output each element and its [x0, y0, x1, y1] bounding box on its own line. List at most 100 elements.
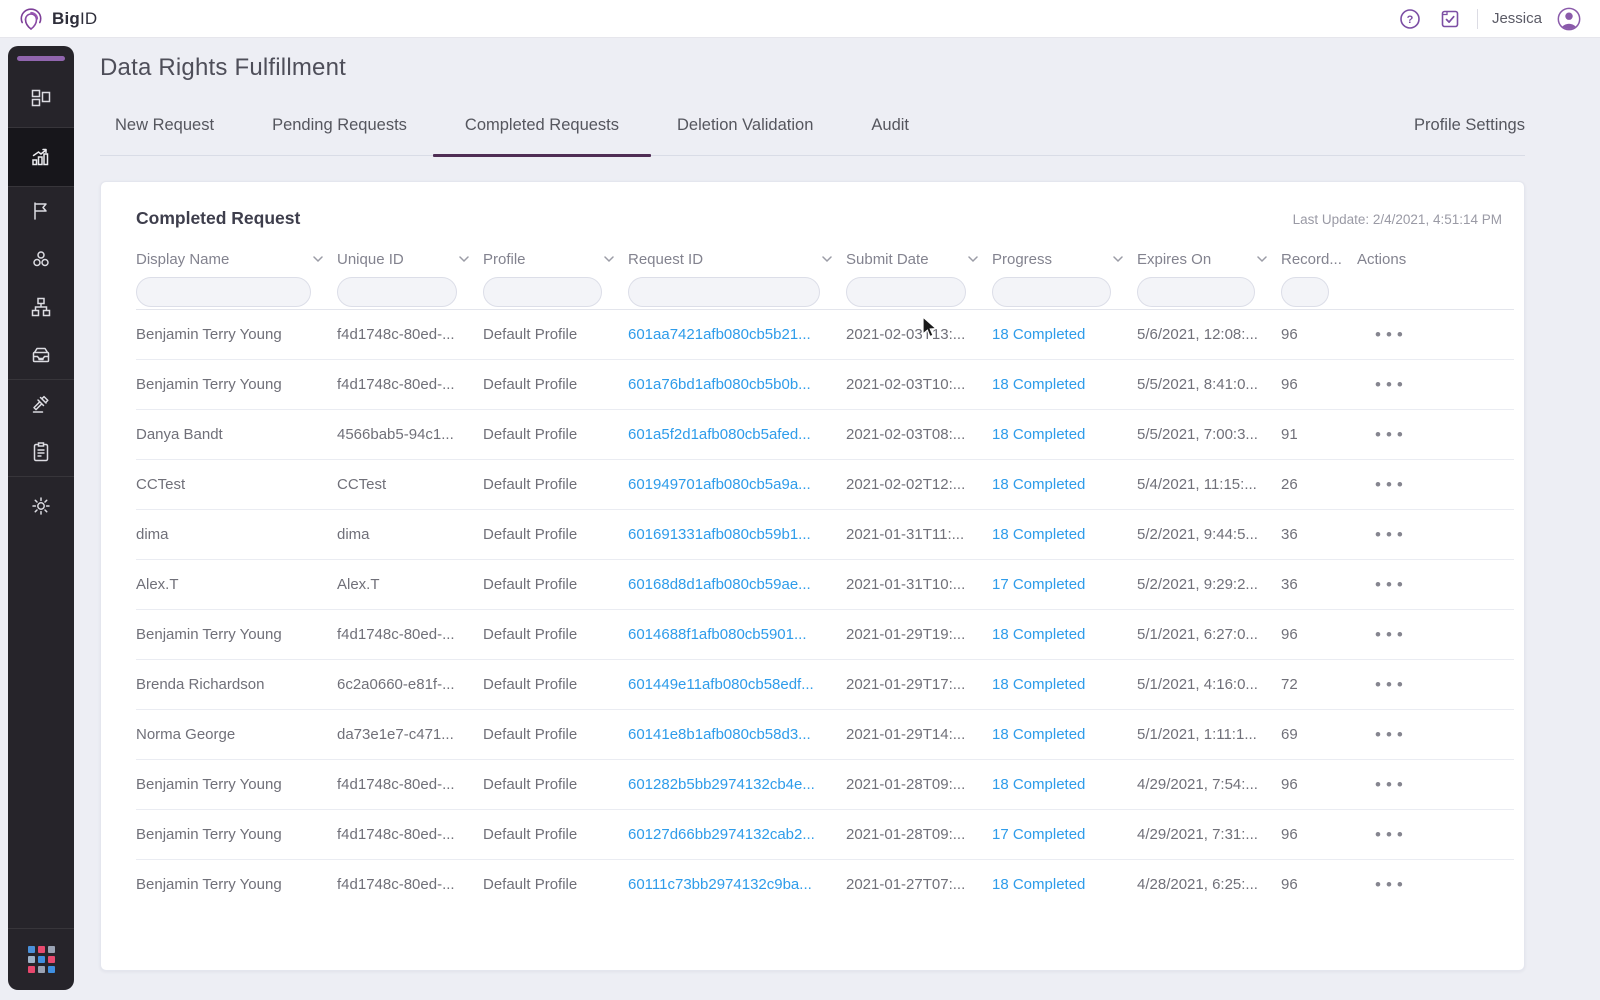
- cell-progress[interactable]: 18 Completed: [992, 526, 1137, 543]
- cell-profile: Default Profile: [483, 376, 628, 393]
- row-actions-button[interactable]: •••: [1375, 626, 1408, 644]
- display-name-filter-input[interactable]: [136, 277, 311, 307]
- cell-request-id[interactable]: 60127d66bb2974132cab2...: [628, 826, 846, 843]
- tab-completed-requests[interactable]: Completed Requests: [465, 116, 619, 155]
- column-header-request-id[interactable]: Request ID: [628, 251, 846, 268]
- sidebar-item-clipboard[interactable]: [8, 428, 74, 476]
- cell-request-id[interactable]: 6014688f1afb080cb5901...: [628, 626, 846, 643]
- cell-expires-on: 5/4/2021, 11:15:...: [1137, 476, 1281, 493]
- sidebar-item-apps[interactable]: [8, 929, 74, 990]
- row-actions-button[interactable]: •••: [1375, 826, 1408, 844]
- progress-filter-input[interactable]: [992, 277, 1111, 307]
- row-actions-button[interactable]: •••: [1375, 426, 1408, 444]
- column-header-profile[interactable]: Profile: [483, 251, 628, 268]
- request-id-filter-input[interactable]: [628, 277, 820, 307]
- table-row: Benjamin Terry Youngf4d1748c-80ed-...Def…: [136, 759, 1514, 809]
- sidebar-item-dashboard[interactable]: [8, 69, 74, 127]
- tab-audit[interactable]: Audit: [871, 116, 909, 155]
- cell-display-name: Benjamin Terry Young: [136, 826, 337, 843]
- sidebar-item-data-rights[interactable]: [8, 128, 74, 186]
- sidebar-item-hierarchy[interactable]: [8, 283, 74, 331]
- unique-id-filter-input[interactable]: [337, 277, 457, 307]
- column-label: Record...: [1281, 251, 1342, 268]
- row-actions-button[interactable]: •••: [1375, 376, 1408, 394]
- column-header-unique-id[interactable]: Unique ID: [337, 251, 483, 268]
- cell-progress[interactable]: 18 Completed: [992, 676, 1137, 693]
- expires-on-filter-input[interactable]: [1137, 277, 1255, 307]
- sidebar: [8, 46, 74, 990]
- cell-progress[interactable]: 17 Completed: [992, 826, 1137, 843]
- cell-progress[interactable]: 18 Completed: [992, 776, 1137, 793]
- row-actions-button[interactable]: •••: [1375, 476, 1408, 494]
- cell-submit-date: 2021-01-29T14:...: [846, 726, 992, 743]
- cell-progress[interactable]: 18 Completed: [992, 726, 1137, 743]
- cell-submit-date: 2021-01-31T10:...: [846, 576, 992, 593]
- filter-cell: [1357, 277, 1514, 307]
- cell-progress[interactable]: 18 Completed: [992, 626, 1137, 643]
- filter-cell: [1281, 277, 1357, 307]
- column-header-submit-date[interactable]: Submit Date: [846, 251, 992, 268]
- sidebar-item-gavel[interactable]: [8, 380, 74, 428]
- cell-submit-date: 2021-01-28T09:...: [846, 776, 992, 793]
- row-actions-button[interactable]: •••: [1375, 576, 1408, 594]
- sidebar-item-archive[interactable]: [8, 331, 74, 379]
- row-actions-button[interactable]: •••: [1375, 676, 1408, 694]
- archive-icon: [29, 343, 53, 367]
- cell-progress[interactable]: 18 Completed: [992, 376, 1137, 393]
- chevron-down-icon: [968, 256, 978, 263]
- filter-cell: [1137, 277, 1281, 307]
- sidebar-item-flag[interactable]: [8, 187, 74, 235]
- tab-new-request[interactable]: New Request: [115, 116, 214, 155]
- cell-request-id[interactable]: 60111c73bb2974132c9ba...: [628, 876, 846, 893]
- row-actions-button[interactable]: •••: [1375, 326, 1408, 344]
- tab-profile-settings[interactable]: Profile Settings: [1414, 116, 1525, 155]
- chevron-down-icon: [1113, 256, 1123, 263]
- cell-request-id[interactable]: 601949701afb080cb5a9a...: [628, 476, 846, 493]
- tab-deletion-validation[interactable]: Deletion Validation: [677, 116, 813, 155]
- submit-date-filter-input[interactable]: [846, 277, 966, 307]
- column-header-progress[interactable]: Progress: [992, 251, 1137, 268]
- cell-unique-id: f4d1748c-80ed-...: [337, 376, 483, 393]
- tasks-icon[interactable]: [1437, 6, 1463, 32]
- cell-request-id[interactable]: 601691331afb080cb59b1...: [628, 526, 846, 543]
- chevron-down-icon: [822, 256, 832, 263]
- app-grid-icon: [28, 946, 55, 973]
- help-icon[interactable]: ?: [1397, 6, 1423, 32]
- brand-logo[interactable]: BigID: [18, 6, 97, 32]
- cell-request-id[interactable]: 60168d8d1afb080cb59ae...: [628, 576, 846, 593]
- cell-request-id[interactable]: 60141e8b1afb080cb58d3...: [628, 726, 846, 743]
- row-actions-button[interactable]: •••: [1375, 726, 1408, 744]
- cell-submit-date: 2021-02-03T08:...: [846, 426, 992, 443]
- cell-progress[interactable]: 18 Completed: [992, 476, 1137, 493]
- sidebar-item-settings[interactable]: [8, 477, 74, 535]
- row-actions-button[interactable]: •••: [1375, 776, 1408, 794]
- cell-unique-id: CCTest: [337, 476, 483, 493]
- cell-progress[interactable]: 18 Completed: [992, 876, 1137, 893]
- record-filter-input[interactable]: [1281, 277, 1329, 307]
- cell-progress[interactable]: 18 Completed: [992, 326, 1137, 343]
- cell-profile: Default Profile: [483, 576, 628, 593]
- cell-record: 96: [1281, 626, 1357, 643]
- column-header-actions: Actions: [1357, 251, 1514, 268]
- cell-request-id[interactable]: 601aa7421afb080cb5b21...: [628, 326, 846, 343]
- column-header-display-name[interactable]: Display Name: [136, 251, 337, 268]
- cell-request-id[interactable]: 601a5f2d1afb080cb5afed...: [628, 426, 846, 443]
- cell-record: 96: [1281, 826, 1357, 843]
- cell-request-id[interactable]: 601a76bd1afb080cb5b0b...: [628, 376, 846, 393]
- cell-profile: Default Profile: [483, 426, 628, 443]
- cell-progress[interactable]: 18 Completed: [992, 426, 1137, 443]
- cell-progress[interactable]: 17 Completed: [992, 576, 1137, 593]
- clipboard-icon: [29, 440, 53, 464]
- column-label: Unique ID: [337, 251, 404, 268]
- profile-filter-input[interactable]: [483, 277, 602, 307]
- tab-pending-requests[interactable]: Pending Requests: [272, 116, 407, 155]
- row-actions-button[interactable]: •••: [1375, 876, 1408, 894]
- row-actions-button[interactable]: •••: [1375, 526, 1408, 544]
- cell-request-id[interactable]: 601449e11afb080cb58edf...: [628, 676, 846, 693]
- cell-request-id[interactable]: 601282b5bb2974132cb4e...: [628, 776, 846, 793]
- sidebar-item-cluster[interactable]: [8, 235, 74, 283]
- gavel-icon: [29, 392, 53, 416]
- cell-display-name: Benjamin Terry Young: [136, 876, 337, 893]
- column-header-expires-on[interactable]: Expires On: [1137, 251, 1281, 268]
- avatar[interactable]: [1556, 6, 1582, 32]
